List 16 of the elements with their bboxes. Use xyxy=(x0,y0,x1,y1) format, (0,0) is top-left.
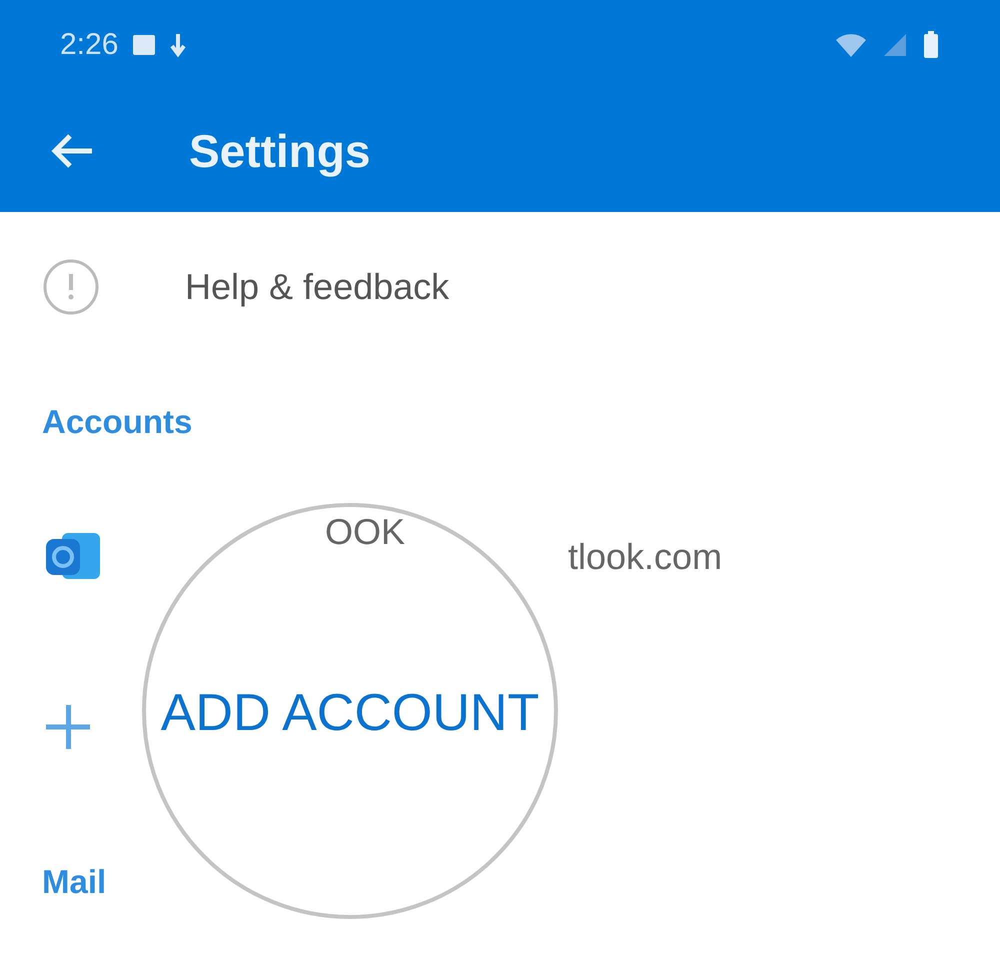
section-header: Accounts xyxy=(42,403,192,441)
image-icon xyxy=(132,34,156,56)
account-type-text: OOK xyxy=(324,511,405,553)
download-icon xyxy=(170,32,186,58)
battery-icon xyxy=(922,30,940,60)
signal-icon xyxy=(882,32,908,58)
help-feedback-item[interactable]: Help & feedback xyxy=(185,266,450,308)
help-icon xyxy=(42,258,100,316)
screen-title: Settings xyxy=(189,124,370,178)
plus-icon[interactable] xyxy=(44,703,92,751)
status-time: 2:26 xyxy=(60,28,118,62)
section-header: Mail xyxy=(42,863,106,901)
back-arrow-icon[interactable] xyxy=(50,133,94,169)
add-account-button[interactable]: ADD ACCOUNT xyxy=(160,683,540,743)
account-email[interactable]: tlook.com xyxy=(568,536,722,578)
wifi-icon xyxy=(834,32,868,58)
